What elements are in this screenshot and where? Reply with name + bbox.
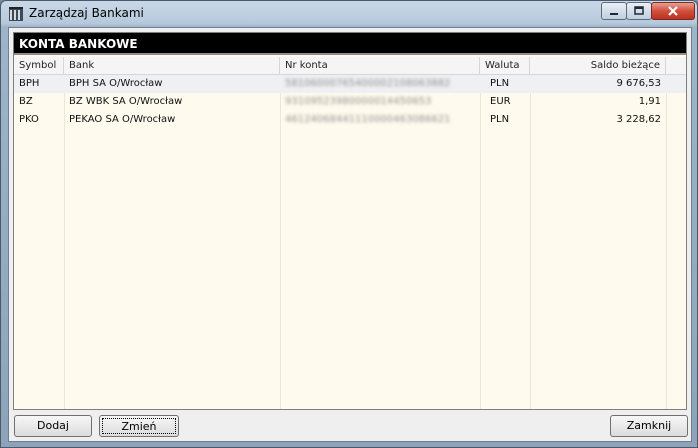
cell-currency: PLN — [490, 114, 510, 125]
edit-button[interactable]: Zmień — [99, 415, 179, 437]
table-header: Symbol Bank Nr konta Waluta Saldo bieżąc… — [14, 57, 686, 75]
minimize-icon — [610, 13, 618, 15]
column-header-currency[interactable]: Waluta — [480, 57, 530, 74]
panel-header: KONTA BANKOWE — [14, 33, 686, 55]
cell-bank: BZ WBK SA O/Wrocław — [69, 96, 183, 107]
window-title: Zarządzaj Bankami — [29, 6, 144, 20]
close-button-label: Zamknij — [626, 419, 672, 432]
main-window: Zarządzaj Bankami KONTA BANKOWE Symbol B… — [0, 0, 698, 448]
account-number-blurred: 46124068441110000463086621 — [285, 114, 451, 125]
cell-account: 93109523980000014450653 — [280, 93, 480, 111]
close-icon — [668, 6, 678, 16]
close-button[interactable]: Zamknij — [610, 415, 688, 437]
cell-bank: BPH SA O/Wrocław — [69, 78, 163, 89]
accounts-table-body[interactable]: BPH BPH SA O/Wrocław 5810600076540000210… — [14, 75, 686, 409]
cell-account: 58106000765400002108063882 — [280, 75, 480, 93]
cell-account: 46124068441110000463086621 — [280, 111, 480, 129]
column-header-balance[interactable]: Saldo bieżące — [530, 57, 666, 74]
maximize-icon — [634, 6, 644, 15]
table-row[interactable]: BPH BPH SA O/Wrocław 5810600076540000210… — [14, 75, 686, 93]
add-button-label: Dodaj — [37, 419, 69, 432]
column-header-bank[interactable]: Bank — [64, 57, 280, 74]
cell-symbol: PKO — [19, 114, 39, 125]
account-number-blurred: 93109523980000014450653 — [285, 96, 432, 107]
add-button[interactable]: Dodaj — [14, 415, 92, 437]
cell-balance: 9 676,53 — [616, 78, 661, 89]
maximize-button[interactable] — [626, 2, 652, 20]
column-header-account[interactable]: Nr konta — [280, 57, 480, 74]
cell-balance: 1,91 — [638, 96, 661, 107]
cell-balance: 3 228,62 — [616, 114, 661, 125]
close-window-button[interactable] — [651, 2, 695, 20]
title-bar[interactable]: Zarządzaj Bankami — [1, 1, 697, 27]
edit-button-label: Zmień — [102, 418, 176, 434]
table-row[interactable]: BZ BZ WBK SA O/Wrocław 93109523980000014… — [14, 93, 686, 111]
cell-symbol: BPH — [19, 78, 40, 89]
cell-currency: PLN — [490, 78, 510, 89]
column-header-symbol[interactable]: Symbol — [14, 57, 64, 74]
table-row[interactable]: PKO PEKAO SA O/Wrocław 46124068441110000… — [14, 111, 686, 129]
minimize-button[interactable] — [601, 2, 627, 20]
cell-symbol: BZ — [19, 96, 33, 107]
account-number-blurred: 58106000765400002108063882 — [285, 78, 451, 89]
button-bar: Dodaj Zmień Zamknij — [9, 413, 691, 441]
client-area: KONTA BANKOWE Symbol Bank Nr konta Walut… — [8, 27, 692, 442]
cell-currency: EUR — [490, 96, 511, 107]
bank-app-icon — [8, 6, 24, 22]
accounts-panel: KONTA BANKOWE Symbol Bank Nr konta Walut… — [13, 32, 687, 410]
cell-bank: PEKAO SA O/Wrocław — [69, 114, 176, 125]
